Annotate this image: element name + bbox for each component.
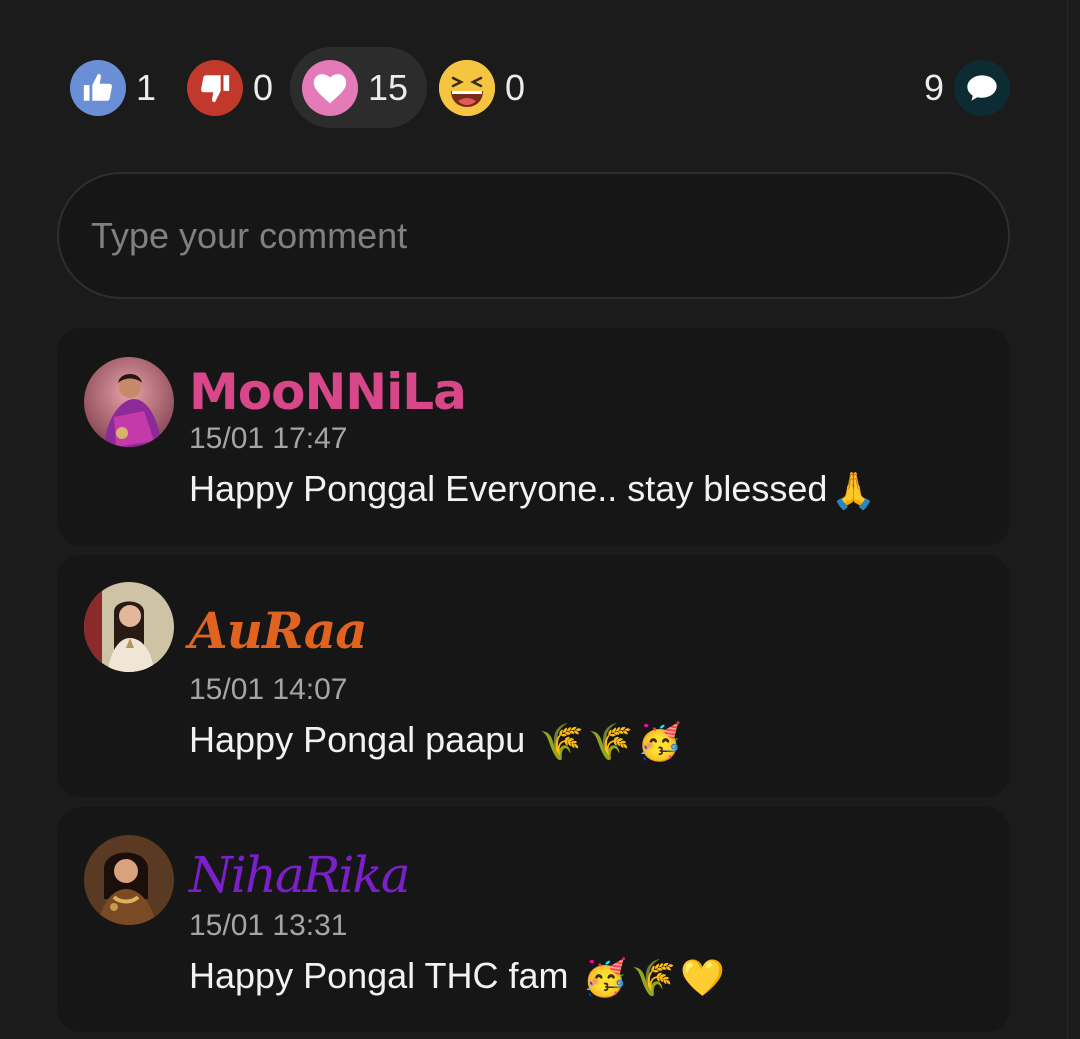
comment-card: AuRaa 15/01 14:07 Happy Pongal paapu 🌾 🌾 🥳 [57,555,1010,797]
username[interactable]: MooNNiLa [189,364,467,420]
comment-text: Happy Pongal paapu 🌾 🌾 🥳 [189,719,682,763]
sheaf-of-rice-emoji: 🌾 [631,957,677,999]
heart-icon [302,59,358,116]
sheaf-of-rice-emoji: 🌾 [588,721,633,763]
thumbs-down-icon [187,59,243,116]
comment-input[interactable] [89,213,978,258]
dislike-reaction[interactable]: 0 [187,47,273,128]
like-count: 1 [136,66,157,108]
comment-card: NihaRika 15/01 13:31 Happy Pongal THC fa… [57,807,1010,1032]
comment-body: Happy Pongal THC fam [189,955,579,996]
username[interactable]: AuRaa [189,603,368,659]
speech-bubble-icon [954,59,1010,116]
thumbs-up-icon [70,59,126,116]
comment-timestamp: 15/01 13:31 [189,909,348,942]
username[interactable]: NihaRika [189,847,410,903]
right-edge-divider [1067,0,1068,1039]
comment-count-button[interactable]: 9 [924,47,1010,128]
folded-hands-emoji: 🙏 [831,470,877,512]
avatar[interactable] [84,582,174,672]
love-count: 15 [368,66,409,108]
comment-card: MooNNiLa 15/01 17:47 Happy Ponggal Every… [57,328,1010,546]
comment-body: Happy Ponggal Everyone.. stay blessed [189,468,828,509]
avatar[interactable] [84,835,174,925]
yellow-heart-emoji: 💛 [680,957,725,999]
comment-timestamp: 15/01 17:47 [189,422,348,455]
avatar[interactable] [84,357,174,447]
partying-face-emoji: 🥳 [582,957,628,999]
comment-text: Happy Ponggal Everyone.. stay blessed 🙏 [189,468,876,512]
partying-face-emoji: 🥳 [636,721,682,763]
love-reaction[interactable]: 15 [290,47,427,128]
comment-input-field[interactable] [57,172,1010,299]
like-reaction[interactable]: 1 [70,47,156,128]
comment-timestamp: 15/01 14:07 [189,673,348,706]
dislike-count: 0 [253,66,274,108]
laugh-reaction[interactable]: 0 [439,47,525,128]
reaction-bar: 1 0 15 0 [70,47,1010,128]
comment-count: 9 [923,66,944,108]
laughing-face-icon [439,59,495,116]
sheaf-of-rice-emoji: 🌾 [539,721,585,763]
laugh-count: 0 [505,66,526,108]
comment-text: Happy Pongal THC fam 🥳 🌾 💛 [189,955,725,999]
comment-body: Happy Pongal paapu [189,719,536,760]
